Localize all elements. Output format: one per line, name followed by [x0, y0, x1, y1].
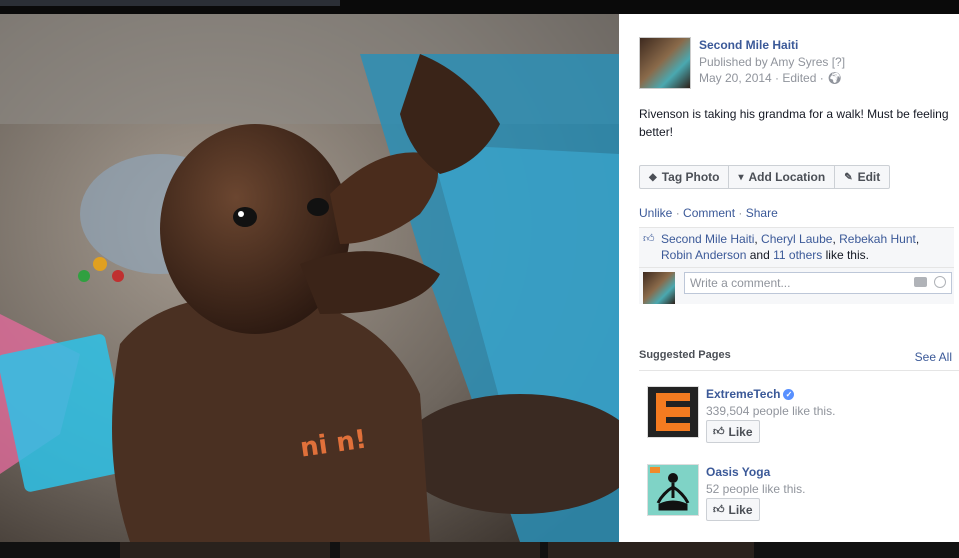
globe-icon[interactable]: 🌍︎: [827, 71, 842, 85]
thumbnail[interactable]: [120, 542, 330, 558]
thumbnail[interactable]: [548, 542, 754, 558]
see-all-link[interactable]: See All: [915, 350, 952, 364]
published-by: Published by Amy Syres [?]: [699, 55, 846, 69]
like-this-text: like this.: [825, 248, 869, 262]
tag-photo-button[interactable]: ◆ Tag Photo: [640, 166, 730, 188]
comment-placeholder: Write a comment...: [690, 276, 791, 290]
comment-link[interactable]: Comment: [683, 206, 735, 220]
page-name-link[interactable]: Second Mile Haiti: [699, 38, 798, 52]
comment-composer: Write a comment...: [639, 267, 954, 304]
verified-badge-icon: ✓: [783, 389, 795, 401]
share-link[interactable]: Share: [746, 206, 778, 220]
extremetech-logo[interactable]: [647, 386, 699, 438]
suggested-page-item: ExtremeTech ✓ 339,504 people like this. 👍…: [647, 386, 952, 446]
like-page-button[interactable]: 👍︎ Like: [706, 420, 760, 443]
extremetech-e-icon: [656, 393, 690, 431]
thumbs-up-icon: 👍︎: [713, 504, 725, 516]
like-label: Like: [728, 424, 753, 439]
thumbnail-strip: [0, 542, 959, 558]
emoji-icon[interactable]: [934, 276, 946, 288]
add-location-label: Add Location: [748, 170, 826, 184]
edit-label: Edit: [857, 170, 881, 184]
liker-name[interactable]: Robin Anderson: [661, 248, 746, 262]
and-text: and: [749, 248, 770, 262]
yoga-pose-icon: [650, 467, 690, 511]
liker-name[interactable]: Cheryl Laube: [761, 232, 832, 246]
thumbs-up-icon: 👍︎: [643, 233, 655, 245]
edit-button[interactable]: ✎ Edit: [835, 166, 889, 188]
suggested-page-name[interactable]: ExtremeTech ✓: [706, 387, 795, 401]
comment-input[interactable]: Write a comment...: [684, 272, 952, 294]
location-pin-icon: ▾: [738, 171, 744, 183]
feedback-links: Unlike · Comment · Share: [639, 206, 778, 220]
liker-name[interactable]: Rebekah Hunt: [839, 232, 916, 246]
divider: [639, 370, 959, 371]
like-page-button[interactable]: 👍︎ Like: [706, 498, 760, 521]
pencil-icon: ✎: [844, 171, 853, 183]
viewer-top-bar: [0, 0, 959, 14]
likes-box: 👍︎ Second Mile Haiti, Cheryl Laube, Rebe…: [639, 227, 954, 304]
camera-icon[interactable]: [914, 277, 927, 287]
page-name: ExtremeTech: [706, 387, 781, 401]
suggested-page-item: Oasis Yoga 52 people like this. 👍︎ Like: [647, 464, 952, 524]
main-photo[interactable]: ni n!: [0, 14, 619, 542]
suggested-page-likes: 52 people like this.: [706, 482, 806, 496]
photo-illustration: [0, 14, 619, 542]
suggested-page-likes: 339,504 people like this.: [706, 404, 836, 418]
page-avatar[interactable]: [639, 37, 691, 89]
thumbnail[interactable]: [340, 542, 540, 558]
tag-photo-label: Tag Photo: [661, 170, 720, 184]
oasis-yoga-logo[interactable]: [647, 464, 699, 516]
post-caption: Rivenson is taking his grandma for a wal…: [639, 107, 949, 139]
date-text: May 20, 2014 · Edited ·: [699, 71, 824, 85]
user-avatar: [643, 272, 675, 304]
suggested-pages-title: Suggested Pages: [639, 349, 731, 361]
post-panel: Second Mile Haiti Published by Amy Syres…: [619, 14, 959, 542]
others-link[interactable]: 11 others: [773, 248, 822, 262]
like-label: Like: [728, 502, 753, 517]
tag-icon: ◆: [649, 171, 657, 183]
thumbs-up-icon: 👍︎: [713, 426, 725, 438]
post-date[interactable]: May 20, 2014 · Edited · 🌍︎: [699, 71, 842, 85]
top-bar-segment: [0, 0, 340, 6]
add-location-button[interactable]: ▾ Add Location: [729, 166, 836, 188]
liker-name[interactable]: Second Mile Haiti: [661, 232, 754, 246]
likes-summary: 👍︎ Second Mile Haiti, Cheryl Laube, Rebe…: [643, 232, 920, 262]
suggested-page-name[interactable]: Oasis Yoga: [706, 465, 770, 479]
photo-actions: ◆ Tag Photo ▾ Add Location ✎ Edit: [639, 165, 891, 189]
unlike-link[interactable]: Unlike: [639, 206, 672, 220]
